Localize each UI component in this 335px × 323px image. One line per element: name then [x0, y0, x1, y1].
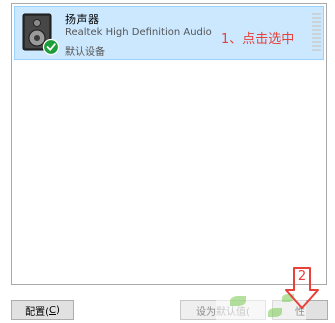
- configure-accel-key: C: [49, 304, 56, 316]
- annotation-step-1: 1、点击选中: [221, 32, 295, 47]
- configure-label-close: ): [55, 304, 60, 316]
- device-status: 默认设备: [65, 47, 105, 58]
- volume-level-meter: [312, 13, 321, 53]
- green-check-icon: [42, 38, 60, 56]
- device-list[interactable]: 扬声器 Realtek High Definition Audio 默认设备 1…: [11, 3, 327, 285]
- set-default-label: 设为默认值(: [196, 306, 250, 318]
- device-description: Realtek High Definition Audio: [65, 27, 212, 38]
- set-default-button[interactable]: 设为默认值(: [180, 300, 266, 320]
- speaker-icon: [22, 13, 60, 56]
- device-name: 扬声器: [65, 13, 100, 26]
- configure-button[interactable]: 配置(C): [11, 300, 74, 320]
- device-row-speaker[interactable]: 扬声器 Realtek High Definition Audio 默认设备 1…: [14, 6, 324, 60]
- configure-label: 配置(: [25, 306, 49, 318]
- annotation-step-2: 2: [297, 269, 307, 284]
- playback-devices-panel: 扬声器 Realtek High Definition Audio 默认设备 1…: [0, 0, 335, 323]
